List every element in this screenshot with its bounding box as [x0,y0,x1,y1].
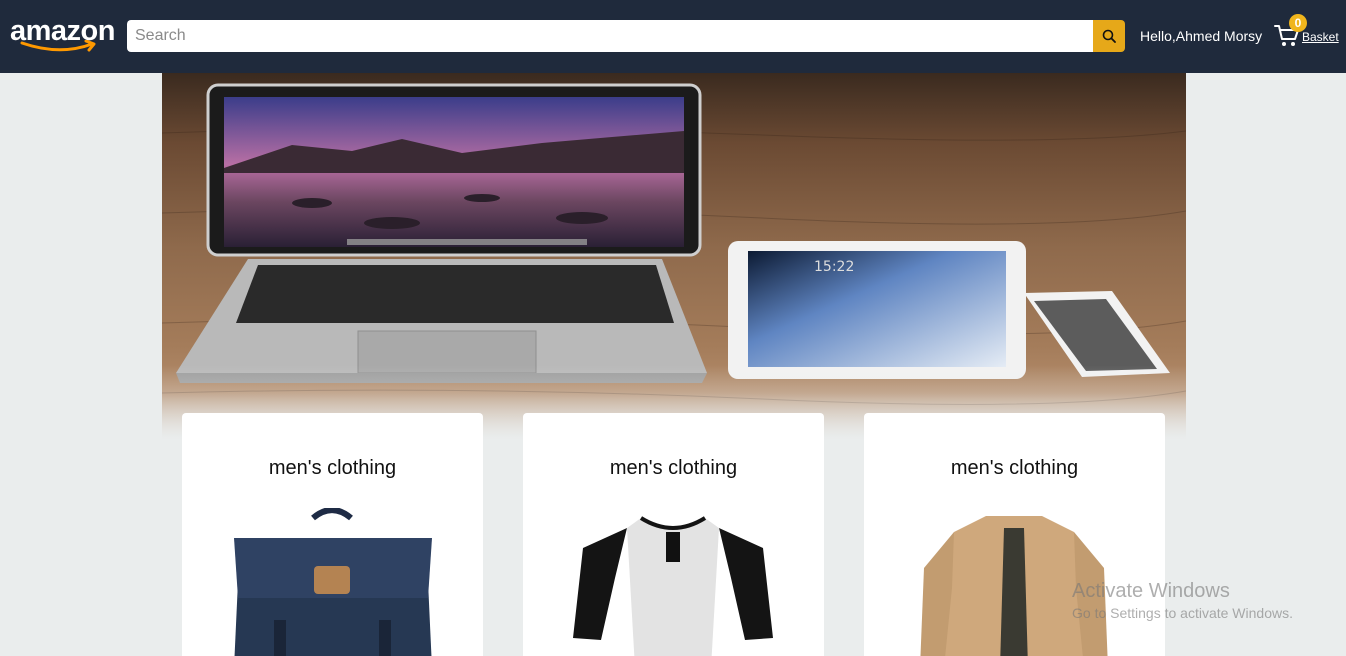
basket-label[interactable]: Basket [1302,30,1339,44]
search-input[interactable] [127,20,1093,52]
watermark-title: Activate Windows [1072,580,1230,602]
basket-link[interactable]: 0 Basket [1274,14,1340,54]
search-icon [1102,29,1116,43]
top-header: amazon Hello,Ahmed Morsy 0 Basket [0,0,1346,73]
search-button[interactable] [1093,20,1125,52]
search-bar [127,20,1125,52]
windows-activation-watermark: Activate Windows Go to Settings to activ… [1072,580,1293,621]
user-greeting[interactable]: Hello,Ahmed Morsy [1140,28,1262,44]
product-title: men's clothing [950,457,1079,479]
product-title: men's clothing [609,457,738,479]
hero-banner-image: 15:22 [162,73,1186,463]
smile-arrow-icon [20,40,96,52]
product-title: men's clothing [268,457,397,479]
amazon-logo[interactable]: amazon [10,14,115,56]
backpack-image[interactable] [182,508,483,656]
hero-fade-overlay [162,73,1186,463]
watermark-subtitle: Go to Settings to activate Windows. [1072,605,1293,621]
product-card[interactable]: men's clothing [182,413,483,656]
product-card[interactable]: men's clothing [523,413,824,656]
shirt-image[interactable] [523,508,824,656]
